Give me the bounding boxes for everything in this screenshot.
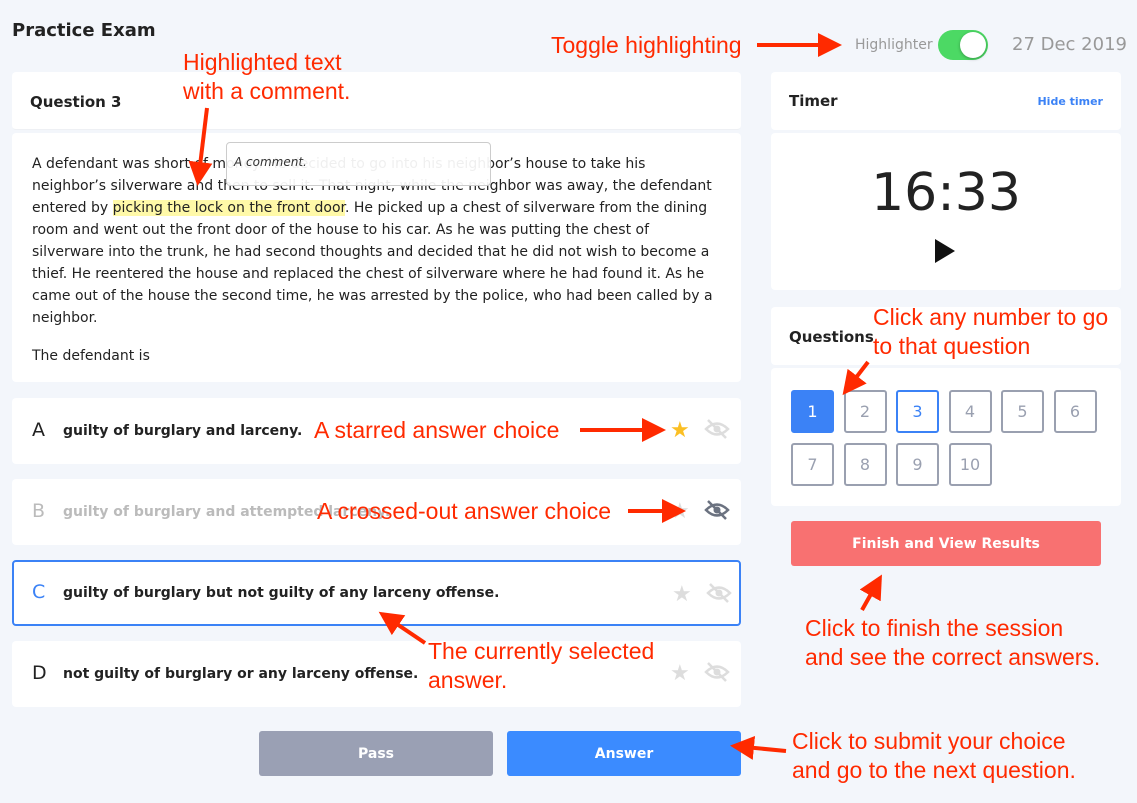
highlighter-toggle[interactable] xyxy=(938,30,988,60)
choice-text: not guilty of burglary or any larceny of… xyxy=(63,666,419,682)
question-number-3[interactable]: 3 xyxy=(896,390,939,433)
pass-button[interactable]: Pass xyxy=(259,731,493,776)
annotation-number: Click any number to go xyxy=(873,304,1109,330)
exam-date: 27 Dec 2019 xyxy=(1012,34,1127,55)
finish-button[interactable]: Finish and View Results xyxy=(791,521,1101,566)
choice-text: guilty of burglary but not guilty of any… xyxy=(63,585,500,601)
arrow xyxy=(730,735,787,760)
eye-slash-icon[interactable] xyxy=(704,418,730,440)
question-number-8[interactable]: 8 xyxy=(843,443,887,486)
question-number-1[interactable]: 1 xyxy=(791,390,834,433)
choice-letter: C xyxy=(32,581,46,603)
eye-slash-icon[interactable] xyxy=(704,661,730,683)
annotation-highlight: Highlighted text xyxy=(183,49,342,75)
answer-choice-c[interactable]: C guilty of burglary but not guilty of a… xyxy=(12,560,741,626)
choice-letter: A xyxy=(32,419,45,441)
question-label: Question 3 xyxy=(30,93,122,111)
star-icon[interactable]: ★ xyxy=(672,582,692,607)
star-icon[interactable]: ★ xyxy=(670,499,690,524)
play-icon[interactable] xyxy=(935,239,955,263)
highlighter-label: Highlighter xyxy=(855,37,933,53)
annotation-finish: and see the correct answers. xyxy=(805,644,1101,670)
annotation-number: to that question xyxy=(873,333,1031,359)
question-header: Question 3 xyxy=(12,72,741,130)
arrow xyxy=(859,574,882,611)
comment-popup[interactable]: A comment. xyxy=(226,142,491,186)
annotation-crossed: A crossed-out answer choice xyxy=(317,498,612,524)
choice-text: guilty of burglary and larceny. xyxy=(63,423,303,439)
question-number-6[interactable]: 6 xyxy=(1053,390,1097,433)
page-title: Practice Exam xyxy=(12,20,156,41)
timer-body: 16:33 xyxy=(771,133,1121,290)
highlighted-text[interactable]: picking the lock on the front door xyxy=(112,200,345,216)
question-number-4[interactable]: 4 xyxy=(948,390,992,433)
annotation-selected: answer. xyxy=(428,667,508,693)
timer-title: Timer xyxy=(789,92,838,110)
annotation-toggle: Toggle highlighting xyxy=(551,32,742,58)
star-icon[interactable]: ★ xyxy=(670,661,690,686)
star-icon[interactable]: ★ xyxy=(670,418,690,443)
eye-slash-icon[interactable] xyxy=(704,499,730,521)
hide-timer-link[interactable]: Hide timer xyxy=(1037,95,1103,108)
annotation-submit: and go to the next question. xyxy=(792,757,1076,783)
question-number-5[interactable]: 5 xyxy=(1001,390,1044,433)
choice-letter: B xyxy=(32,500,46,522)
question-prompt: The defendant is xyxy=(32,348,150,364)
timer-header: Timer Hide timer xyxy=(771,72,1121,130)
question-number-9[interactable]: 9 xyxy=(896,443,939,486)
choice-letter: D xyxy=(32,662,47,684)
stem-text: . He picked up a chest of silverware fro… xyxy=(32,200,713,326)
answer-button[interactable]: Answer xyxy=(507,731,741,776)
questions-title: Questions xyxy=(789,328,874,346)
annotation-highlight: with a comment. xyxy=(183,78,351,104)
question-number-2[interactable]: 2 xyxy=(843,390,887,433)
question-number-7[interactable]: 7 xyxy=(791,443,834,486)
annotation-selected: The currently selected xyxy=(428,638,655,664)
annotation-submit: Click to submit your choice xyxy=(792,728,1066,754)
question-grid: 1 2 3 4 5 6 7 8 9 10 xyxy=(771,368,1121,506)
eye-slash-icon[interactable] xyxy=(706,582,732,604)
annotation-starred: A starred answer choice xyxy=(314,417,560,443)
timer-display: 16:33 xyxy=(871,163,1021,223)
question-number-10[interactable]: 10 xyxy=(948,443,992,486)
annotation-finish: Click to finish the session xyxy=(805,615,1064,641)
toggle-knob xyxy=(960,32,986,58)
